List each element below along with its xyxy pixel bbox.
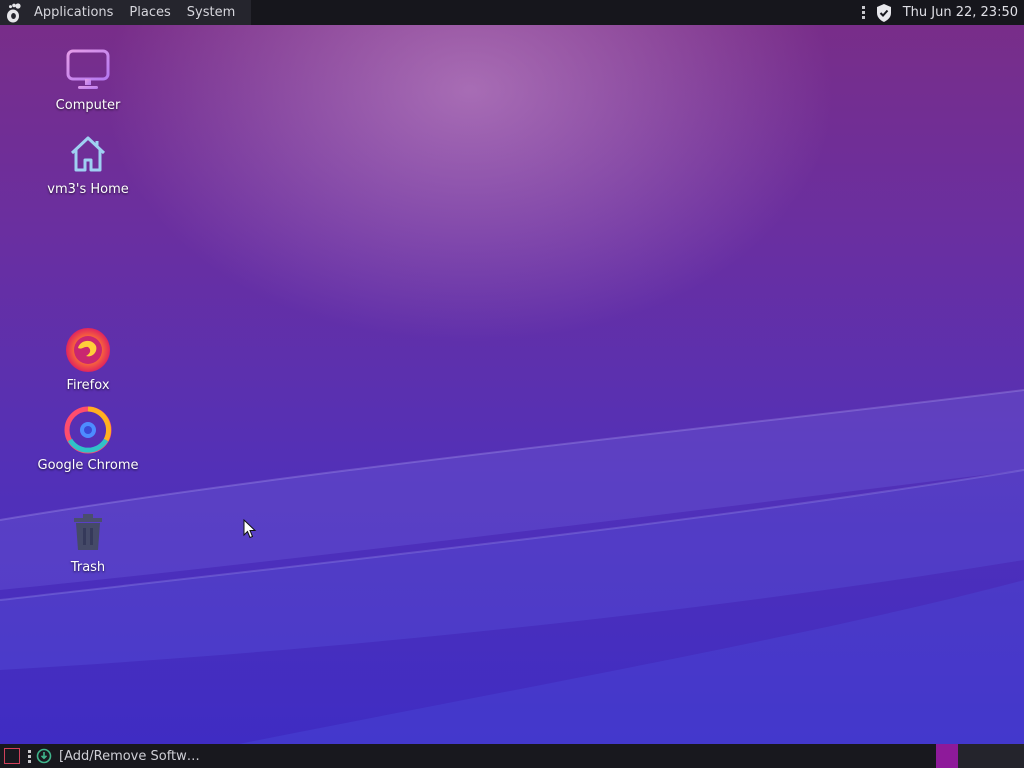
workspace-switcher-1[interactable] (936, 744, 958, 768)
panel-handle-icon[interactable] (859, 6, 869, 19)
desktop-icon-label: vm3's Home (47, 182, 129, 197)
taskbar-window-button[interactable]: [Add/Remove Softw… (35, 744, 206, 768)
desktop-icon-computer[interactable]: Computer (33, 46, 143, 113)
menu-system[interactable]: System (179, 0, 243, 25)
menu-applications[interactable]: Applications (26, 0, 121, 25)
panel-handle-icon[interactable] (28, 749, 31, 763)
taskbar-window-label: [Add/Remove Softw… (59, 748, 200, 764)
top-panel-tray: Thu Jun 22, 23:50 (859, 0, 1024, 25)
bottom-panel: [Add/Remove Softw… (0, 744, 1024, 768)
panel-menu-bar: Applications Places System (0, 0, 252, 25)
gnome-foot-icon[interactable] (0, 0, 26, 25)
show-desktop-button[interactable] (4, 748, 20, 764)
trash-icon (64, 508, 112, 556)
home-icon (64, 130, 112, 178)
monitor-icon (64, 46, 112, 94)
desktop-icon-firefox[interactable]: Firefox (33, 326, 143, 393)
desktop-icon-label: Google Chrome (37, 458, 139, 473)
wallpaper (0, 389, 1024, 768)
desktop-icon-label: Trash (70, 560, 106, 575)
firefox-icon (64, 326, 112, 374)
desktop-screen: Applications Places System Thu Jun 22, 2… (0, 0, 1024, 768)
desktop-icon-chrome[interactable]: Google Chrome (33, 406, 143, 473)
panel-clock[interactable]: Thu Jun 22, 23:50 (903, 5, 1024, 20)
software-install-icon (35, 747, 53, 765)
desktop-icon-home[interactable]: vm3's Home (33, 130, 143, 197)
mouse-cursor-icon (243, 519, 257, 539)
workspace-switcher-2[interactable] (958, 744, 1024, 768)
chrome-icon (64, 406, 112, 454)
shield-check-icon[interactable] (873, 2, 895, 24)
desktop-icon-label: Computer (55, 98, 121, 113)
desktop-icon-label: Firefox (66, 378, 110, 393)
desktop-icon-trash[interactable]: Trash (33, 508, 143, 575)
menu-places[interactable]: Places (121, 0, 178, 25)
top-panel: Applications Places System Thu Jun 22, 2… (0, 0, 1024, 25)
